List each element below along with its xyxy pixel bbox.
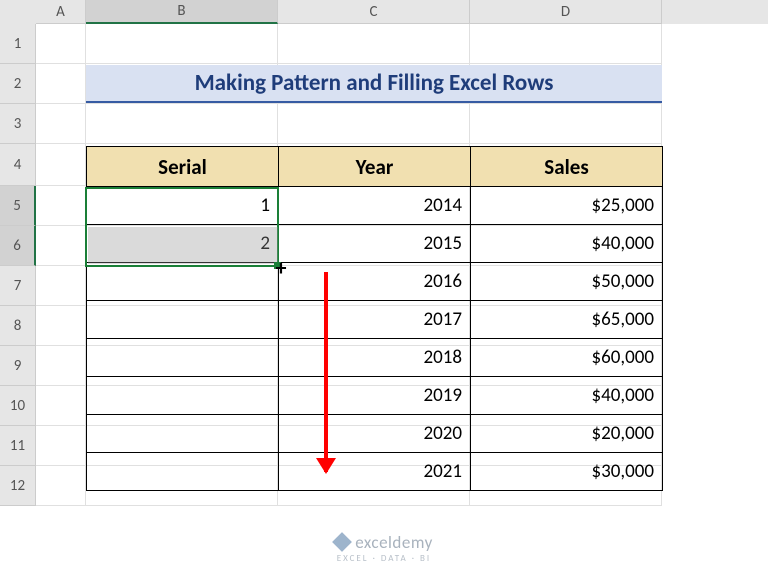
cell-sales-r4[interactable]: $65,000 bbox=[471, 301, 663, 339]
column-header-B[interactable]: B bbox=[86, 0, 278, 24]
cell-A1[interactable] bbox=[36, 24, 86, 64]
cell-D1[interactable] bbox=[470, 24, 662, 64]
cell-B1[interactable] bbox=[86, 24, 278, 64]
table-row: 2021$30,000 bbox=[87, 453, 663, 491]
cell-sales-r2[interactable]: $40,000 bbox=[471, 225, 663, 263]
cell-A8[interactable] bbox=[36, 306, 86, 346]
cell-year-r8[interactable]: 2021 bbox=[279, 453, 471, 491]
cell-sales-r8[interactable]: $30,000 bbox=[471, 453, 663, 491]
table-row: 2017$65,000 bbox=[87, 301, 663, 339]
row-header-11[interactable]: 11 bbox=[0, 426, 36, 466]
cell-A10[interactable] bbox=[36, 386, 86, 426]
row-header-12[interactable]: 12 bbox=[0, 466, 36, 506]
cell-A4[interactable] bbox=[36, 144, 86, 186]
cell-year-r2[interactable]: 2015 bbox=[279, 225, 471, 263]
row-header-7[interactable]: 7 bbox=[0, 266, 36, 306]
watermark: exceldemy EXCEL · DATA · BI bbox=[0, 532, 768, 564]
cell-year-r4[interactable]: 2017 bbox=[279, 301, 471, 339]
cell-serial-r4[interactable] bbox=[87, 301, 279, 339]
row-header-6[interactable]: 6 bbox=[0, 226, 36, 266]
row-header-1[interactable]: 1 bbox=[0, 24, 36, 64]
cell-year-r7[interactable]: 2020 bbox=[279, 415, 471, 453]
title-text: Making Pattern and Filling Excel Rows bbox=[195, 69, 554, 97]
cell-B3[interactable] bbox=[86, 104, 278, 144]
cell-year-r1[interactable]: 2014 bbox=[279, 187, 471, 225]
cell-year-r3[interactable]: 2016 bbox=[279, 263, 471, 301]
column-headers: ABCD bbox=[0, 0, 768, 24]
row-header-2[interactable]: 2 bbox=[0, 64, 36, 104]
row-header-3[interactable]: 3 bbox=[0, 104, 36, 144]
cell-sales-r6[interactable]: $40,000 bbox=[471, 377, 663, 415]
cell-sales-r7[interactable]: $20,000 bbox=[471, 415, 663, 453]
cell-sales-r3[interactable]: $50,000 bbox=[471, 263, 663, 301]
table-row: 2020$20,000 bbox=[87, 415, 663, 453]
cell-A7[interactable] bbox=[36, 266, 86, 306]
row-header-9[interactable]: 9 bbox=[0, 346, 36, 386]
cell-serial-r8[interactable] bbox=[87, 453, 279, 491]
header-sales[interactable]: Sales bbox=[471, 147, 663, 187]
table-row: 2018$60,000 bbox=[87, 339, 663, 377]
cell-sales-r1[interactable]: $25,000 bbox=[471, 187, 663, 225]
cell-A11[interactable] bbox=[36, 426, 86, 466]
header-year[interactable]: Year bbox=[279, 147, 471, 187]
table-row: 22015$40,000 bbox=[87, 225, 663, 263]
cell-A5[interactable] bbox=[36, 186, 86, 226]
cell-serial-r7[interactable] bbox=[87, 415, 279, 453]
cell-C3[interactable] bbox=[278, 104, 470, 144]
merged-title-cell[interactable]: Making Pattern and Filling Excel Rows bbox=[86, 65, 662, 103]
row-header-4[interactable]: 4 bbox=[0, 144, 36, 186]
cell-serial-r1[interactable]: 1 bbox=[87, 187, 279, 225]
row-header-5[interactable]: 5 bbox=[0, 186, 36, 226]
cell-serial-r2[interactable]: 2 bbox=[87, 225, 279, 263]
cell-sales-r5[interactable]: $60,000 bbox=[471, 339, 663, 377]
column-header-C[interactable]: C bbox=[278, 0, 470, 24]
cell-A12[interactable] bbox=[36, 466, 86, 506]
cell-year-r6[interactable]: 2019 bbox=[279, 377, 471, 415]
watermark-tagline: EXCEL · DATA · BI bbox=[0, 553, 768, 564]
cell-serial-r5[interactable] bbox=[87, 339, 279, 377]
cell-year-r5[interactable]: 2018 bbox=[279, 339, 471, 377]
column-header-D[interactable]: D bbox=[470, 0, 662, 24]
cell-D3[interactable] bbox=[470, 104, 662, 144]
cell-serial-r6[interactable] bbox=[87, 377, 279, 415]
row-header-8[interactable]: 8 bbox=[0, 306, 36, 346]
cell-A6[interactable] bbox=[36, 226, 86, 266]
data-table: Serial Year Sales 12014$25,00022015$40,0… bbox=[86, 146, 663, 491]
header-serial[interactable]: Serial bbox=[87, 147, 279, 187]
spreadsheet-area: ABCD 123456789101112 Making Pattern and … bbox=[0, 0, 768, 574]
cell-A2[interactable] bbox=[36, 64, 86, 104]
column-header-A[interactable]: A bbox=[36, 0, 86, 24]
cell-A3[interactable] bbox=[36, 104, 86, 144]
row-headers: 123456789101112 bbox=[0, 24, 36, 506]
cell-C1[interactable] bbox=[278, 24, 470, 64]
cell-A9[interactable] bbox=[36, 346, 86, 386]
table-row: 2019$40,000 bbox=[87, 377, 663, 415]
table-header-row: Serial Year Sales bbox=[87, 147, 663, 187]
row-header-10[interactable]: 10 bbox=[0, 386, 36, 426]
table-row: 2016$50,000 bbox=[87, 263, 663, 301]
table-row: 12014$25,000 bbox=[87, 187, 663, 225]
cell-serial-r3[interactable] bbox=[87, 263, 279, 301]
watermark-brand: exceldemy bbox=[355, 532, 433, 553]
watermark-logo-icon bbox=[332, 532, 352, 552]
